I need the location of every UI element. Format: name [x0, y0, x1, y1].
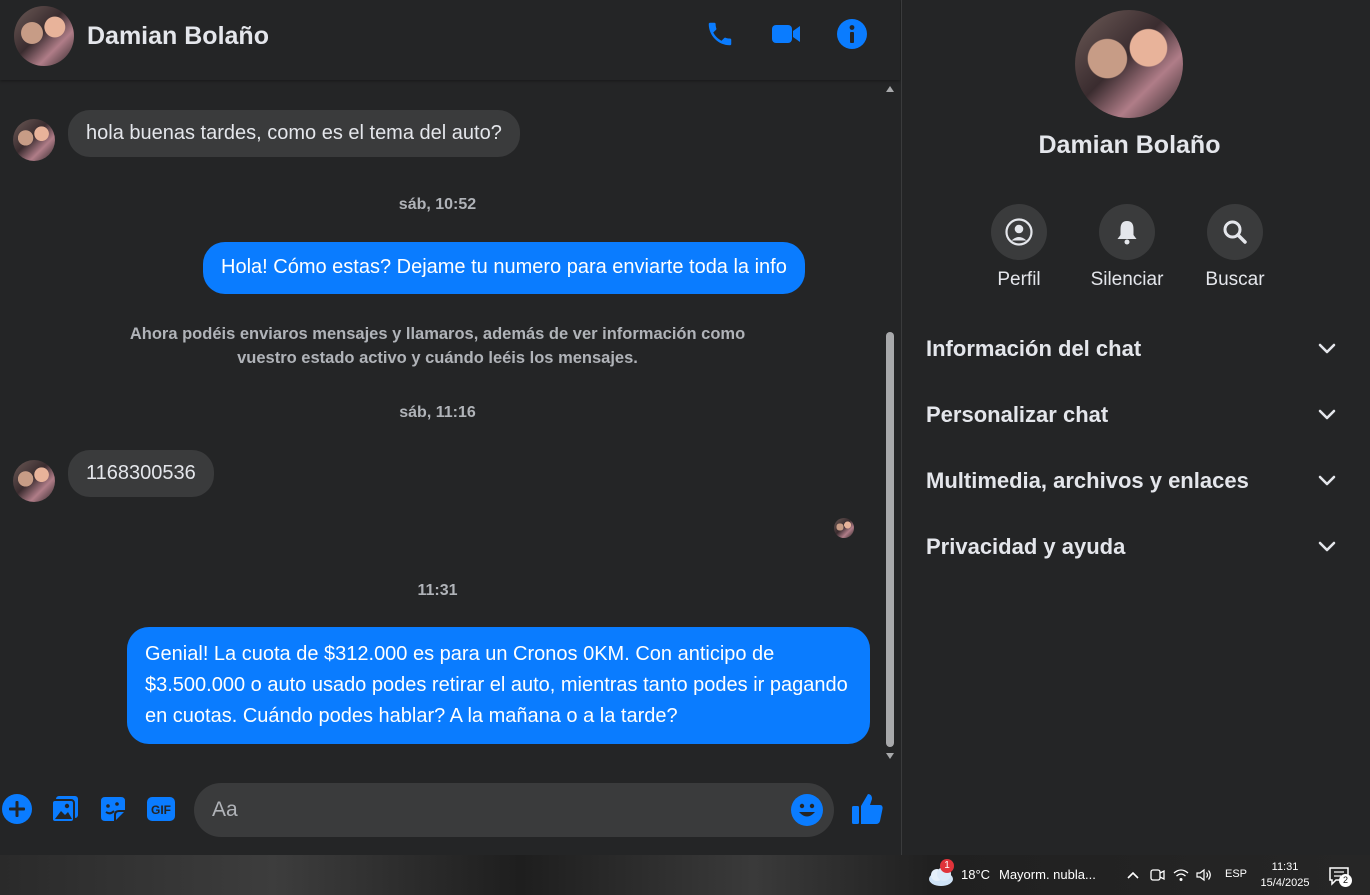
conversation-info-panel: Damian Bolaño Perfil Silenciar Buscar In…	[901, 0, 1370, 855]
contact-avatar-small[interactable]	[13, 119, 55, 161]
emoji-icon[interactable]	[790, 793, 824, 827]
messenger-app: Damian Bolaño hola buenas tardes, como e…	[0, 0, 1370, 855]
section-privacy-support[interactable]: Privacidad y ayuda	[926, 522, 1336, 572]
search-button[interactable]: Buscar	[1180, 204, 1290, 291]
section-label: Privacidad y ayuda	[926, 534, 1126, 559]
profile-label: Perfil	[997, 269, 1041, 290]
scroll-up-arrow-icon[interactable]	[885, 85, 895, 93]
mute-button[interactable]: Silenciar	[1072, 204, 1182, 291]
message-scrollbar[interactable]	[882, 82, 898, 772]
profile-icon[interactable]	[991, 204, 1047, 260]
thumbs-up-icon[interactable]	[848, 790, 886, 828]
image-icon[interactable]	[48, 792, 82, 826]
svg-text:GIF: GIF	[151, 803, 171, 817]
message-list: hola buenas tardes, como es el tema del …	[0, 82, 882, 772]
message-input[interactable]	[194, 783, 834, 837]
read-receipt-avatar	[834, 518, 854, 538]
chevron-down-icon	[1318, 343, 1336, 354]
system-notice: Ahora podéis enviaros mensajes y llamaro…	[129, 325, 746, 367]
phone-icon[interactable]	[702, 16, 738, 52]
section-chat-info[interactable]: Información del chat	[926, 324, 1336, 374]
info-icon[interactable]	[834, 16, 870, 52]
message-composer: GIF	[0, 772, 900, 855]
outgoing-message[interactable]: Hola! Cómo estas? Dejame tu numero para …	[203, 242, 805, 294]
video-camera-icon[interactable]	[768, 16, 804, 52]
contact-avatar[interactable]	[14, 6, 74, 66]
volume-icon[interactable]	[1194, 865, 1214, 885]
scroll-thumb[interactable]	[886, 332, 894, 747]
taskbar: 1 18°C Mayorm. nubla... ESP 11:31 15/4/2…	[0, 855, 1370, 895]
incoming-message[interactable]: hola buenas tardes, como es el tema del …	[68, 110, 520, 157]
input-language[interactable]: ESP	[1225, 868, 1247, 880]
chevron-up-icon[interactable]	[1123, 865, 1143, 885]
section-customize-chat[interactable]: Personalizar chat	[926, 390, 1336, 440]
notification-count-badge: 2	[1339, 874, 1352, 887]
meet-now-icon[interactable]	[1147, 865, 1167, 885]
contact-avatar-small[interactable]	[13, 460, 55, 502]
wifi-icon[interactable]	[1171, 865, 1191, 885]
contact-name[interactable]: Damian Bolaño	[87, 22, 269, 51]
section-label: Información del chat	[926, 336, 1142, 361]
system-clock[interactable]: 11:31 15/4/2025	[1256, 859, 1314, 891]
plus-icon[interactable]	[0, 792, 34, 826]
chat-column: Damian Bolaño hola buenas tardes, como e…	[0, 0, 900, 855]
clock-time: 11:31	[1271, 861, 1299, 873]
clock-date: 15/4/2025	[1260, 877, 1310, 889]
profile-button[interactable]: Perfil	[964, 204, 1074, 291]
panel-contact-name: Damian Bolaño	[1038, 131, 1221, 159]
message-timestamp: 11:31	[417, 582, 458, 599]
mute-label: Silenciar	[1090, 269, 1164, 290]
weather-badge: 1	[940, 859, 954, 873]
outgoing-message[interactable]: Genial! La cuota de $312.000 es para un …	[127, 627, 870, 744]
gif-icon[interactable]: GIF	[144, 792, 178, 826]
message-timestamp: sáb, 10:52	[398, 196, 477, 213]
search-label: Buscar	[1205, 269, 1265, 290]
incoming-message[interactable]: 1168300536	[68, 450, 214, 497]
weather-temperature[interactable]: 18°C	[961, 867, 990, 882]
section-label: Multimedia, archivos y enlaces	[926, 468, 1249, 493]
sticker-icon[interactable]	[96, 792, 130, 826]
chat-header: Damian Bolaño	[0, 0, 900, 80]
section-label: Personalizar chat	[926, 402, 1109, 427]
panel-contact-avatar[interactable]	[1075, 10, 1183, 118]
section-media-files-links[interactable]: Multimedia, archivos y enlaces	[926, 456, 1336, 506]
weather-description[interactable]: Mayorm. nubla...	[999, 867, 1096, 882]
search-icon[interactable]	[1207, 204, 1263, 260]
chevron-down-icon	[1318, 475, 1336, 486]
scroll-down-arrow-icon[interactable]	[885, 752, 895, 760]
bell-icon[interactable]	[1099, 204, 1155, 260]
chevron-down-icon	[1318, 409, 1336, 420]
chevron-down-icon	[1318, 541, 1336, 552]
message-timestamp: sáb, 11:16	[399, 404, 476, 421]
